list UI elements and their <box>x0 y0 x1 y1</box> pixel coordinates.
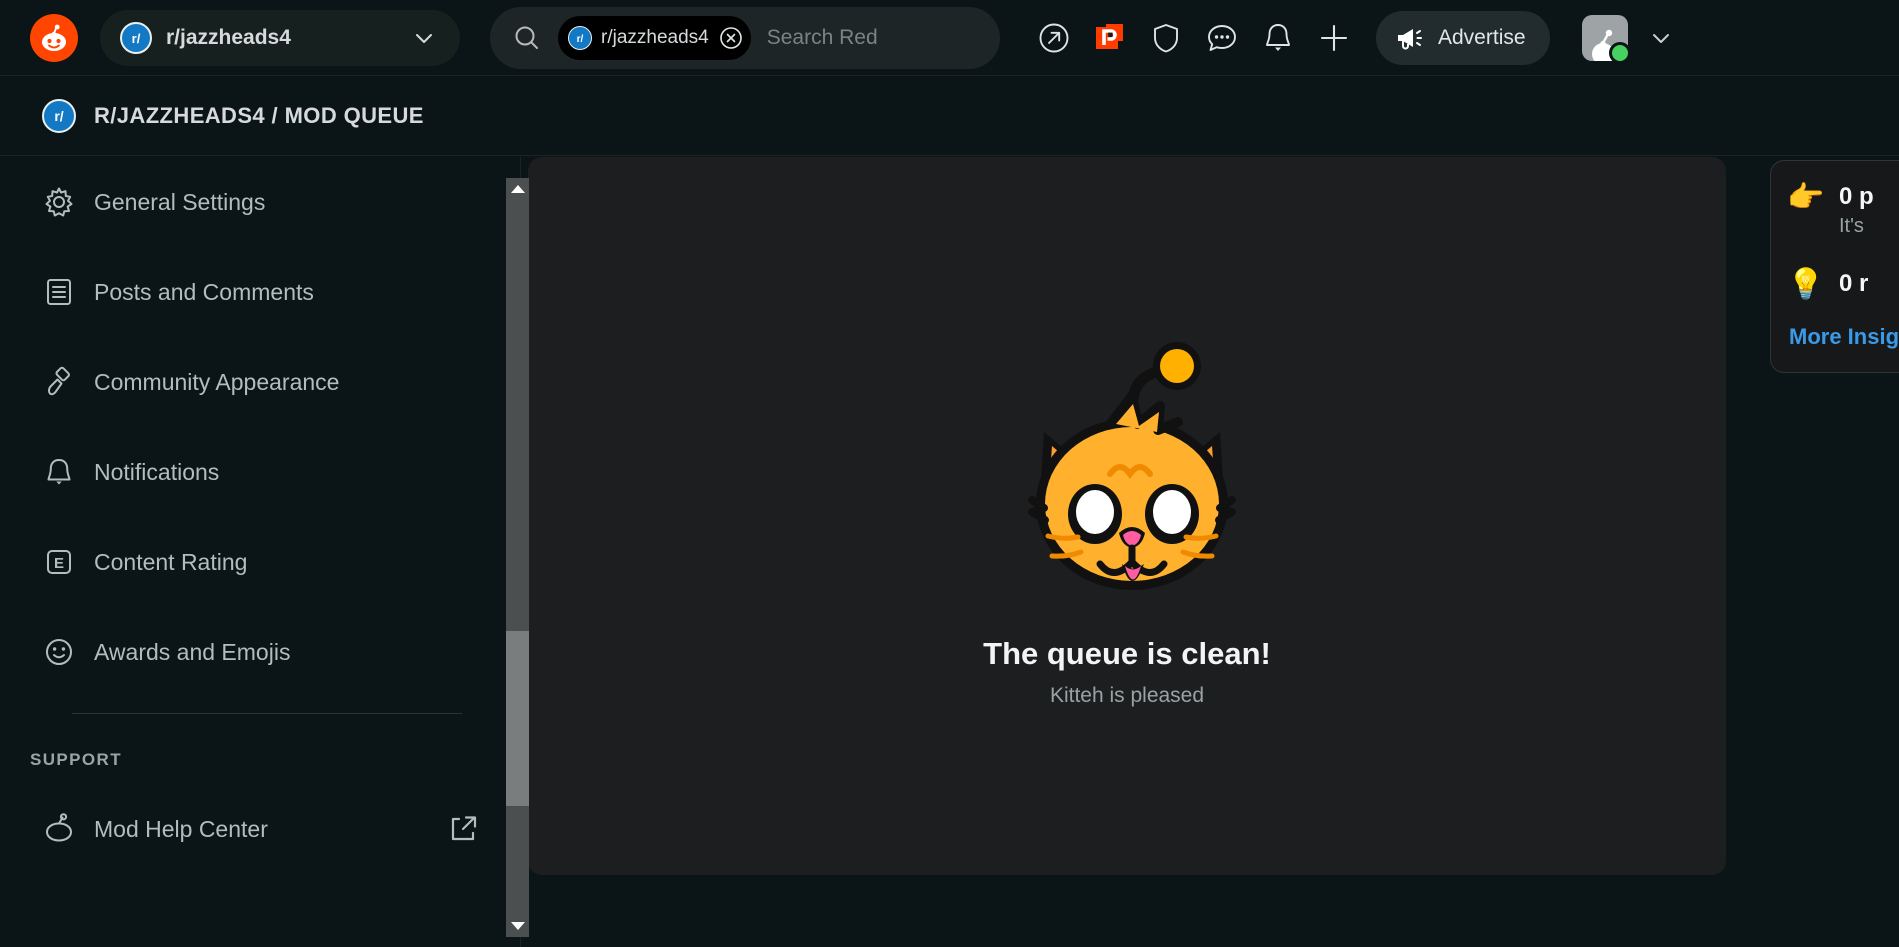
sidebar-item-community-appearance[interactable]: Community Appearance <box>0 337 520 427</box>
reddit-pro-icon[interactable] <box>1082 10 1138 66</box>
subreddit-avatar-icon: r/ <box>568 25 592 50</box>
paintbrush-icon <box>42 365 86 399</box>
scroll-up-arrow-icon[interactable] <box>506 178 529 200</box>
subreddit-avatar-icon: r/ <box>120 21 152 54</box>
reddit-logo-icon[interactable] <box>30 13 78 62</box>
document-lines-icon <box>42 275 86 309</box>
arrow-up-right-circle-icon[interactable] <box>1026 10 1082 66</box>
top-header-bar: r/ r/jazzheads4 r/ r/jazzheads4 Search R… <box>0 0 1899 76</box>
megaphone-icon <box>1394 22 1426 54</box>
more-insights-link[interactable]: More Insig <box>1771 300 1899 350</box>
chevron-down-icon[interactable] <box>412 26 436 50</box>
community-switcher-label: r/jazzheads4 <box>166 25 291 49</box>
sidebar-item-label: General Settings <box>94 188 266 215</box>
insight-title: 0 p <box>1839 183 1874 210</box>
scrollbar-thumb[interactable] <box>506 631 529 806</box>
svg-text:E: E <box>54 555 64 572</box>
chevron-down-icon[interactable] <box>1648 25 1674 51</box>
snoo-icon <box>42 812 86 846</box>
scroll-down-arrow-icon[interactable] <box>506 915 529 937</box>
svg-text:r/: r/ <box>577 34 584 45</box>
content-rating-e-icon: E <box>42 545 86 579</box>
shield-icon[interactable] <box>1138 10 1194 66</box>
gear-icon <box>42 185 86 219</box>
svg-text:r/: r/ <box>132 31 141 46</box>
sidebar-divider <box>72 713 462 714</box>
community-switcher[interactable]: r/ r/jazzheads4 <box>100 9 460 66</box>
lightbulb-emoji: 💡 <box>1787 268 1825 301</box>
status-badge <box>1608 41 1631 64</box>
breadcrumb: r/ R/JAZZHEADS4 / MOD QUEUE <box>0 76 1899 156</box>
sidebar-item-label: Notifications <box>94 458 220 485</box>
external-link-icon[interactable] <box>446 812 480 846</box>
sidebar-item-awards-and-emojis[interactable]: Awards and Emojis <box>0 607 520 697</box>
mod-queue-content-panel: The queue is clean! Kitteh is pleased <box>528 157 1726 875</box>
sidebar-item-label: Community Appearance <box>94 368 340 395</box>
insight-subtitle: It's <box>1839 215 1864 237</box>
foam-finger-emoji: 👉 <box>1787 181 1825 214</box>
search-bar[interactable]: r/ r/jazzheads4 Search Red <box>490 6 1000 69</box>
advertise-label: Advertise <box>1438 25 1526 49</box>
sidebar-item-notifications[interactable]: Notifications <box>0 427 520 517</box>
sidebar-item-posts-and-comments[interactable]: Posts and Comments <box>0 247 520 337</box>
svg-text:r/: r/ <box>54 108 63 124</box>
sidebar-scrollbar[interactable] <box>506 178 529 937</box>
smiley-face-icon <box>42 635 86 669</box>
sidebar-section-header-support: SUPPORT <box>30 750 122 769</box>
sidebar-item-general-settings[interactable]: General Settings <box>0 157 520 247</box>
sidebar-item-label: Mod Help Center <box>94 815 268 842</box>
chat-bubble-icon[interactable] <box>1194 10 1250 66</box>
search-filter-chip[interactable]: r/ r/jazzheads4 <box>558 15 751 60</box>
kitteh-snoo-mascot-icon <box>982 324 1272 614</box>
search-chip-label: r/jazzheads4 <box>601 26 709 48</box>
close-circle-icon[interactable] <box>719 26 743 50</box>
plus-icon[interactable] <box>1306 10 1362 66</box>
user-avatar-icon[interactable] <box>1581 14 1631 64</box>
empty-state-subtitle: Kitteh is pleased <box>1049 684 1205 707</box>
bell-icon <box>42 455 86 489</box>
search-icon <box>512 23 542 53</box>
advertise-button[interactable]: Advertise <box>1376 10 1550 65</box>
sidebar-item-label: Content Rating <box>94 548 248 575</box>
sidebar-item-content-rating[interactable]: E Content Rating <box>0 517 520 607</box>
bell-icon[interactable] <box>1250 10 1306 66</box>
insight-row: 💡 0 r <box>1771 264 1899 300</box>
empty-state-title: The queue is clean! <box>983 636 1271 671</box>
subreddit-avatar-icon: r/ <box>42 98 76 133</box>
header-action-icons: Advertise <box>1026 10 1696 66</box>
sidebar-item-label: Awards and Emojis <box>94 638 291 665</box>
sidebar-item-mod-help-center[interactable]: Mod Help Center <box>0 784 520 874</box>
insight-title: 0 r <box>1839 270 1869 297</box>
sidebar-item-label: Posts and Comments <box>94 278 314 305</box>
insights-panel: 👉 0 p It's 💡 0 r More Insig <box>1770 160 1899 373</box>
insight-row: 👉 0 p It's <box>1771 177 1899 238</box>
search-input[interactable]: Search Red <box>767 26 878 50</box>
settings-sidebar: General Settings Posts and Comments Comm… <box>0 157 521 947</box>
page-title: R/JAZZHEADS4 / MOD QUEUE <box>94 102 424 128</box>
